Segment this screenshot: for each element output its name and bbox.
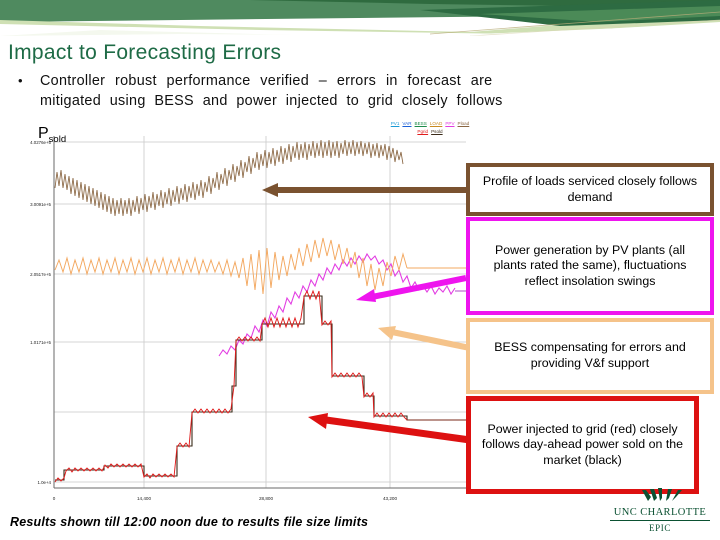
callout-text: Power injected to grid (red) closely fol… xyxy=(481,421,684,467)
bullet-line-1: Controller robust performance verified –… xyxy=(40,73,493,89)
plot-legend: PV1 VAR BESS LOAD PPV Pload Pgrid Psold xyxy=(376,120,484,138)
legend-item-pgrid[interactable]: Pgrid xyxy=(417,128,428,136)
logo-divider xyxy=(610,520,710,521)
svg-text:28,800: 28,800 xyxy=(259,496,273,501)
legend-row-2: Pgrid Psold xyxy=(376,128,484,136)
legend-item-pv1[interactable]: PV1 xyxy=(391,120,400,128)
svg-text:1.0e+4: 1.0e+4 xyxy=(37,480,51,485)
logo-university-name: UNC CHARLOTTE xyxy=(613,507,707,518)
svg-text:1.0171e+5: 1.0171e+5 xyxy=(30,340,51,345)
arrow-orange xyxy=(378,326,471,351)
logo-center-name: EPIC xyxy=(649,523,671,533)
psold-axis-annotation: Psold xyxy=(38,126,66,145)
slide-banner xyxy=(0,0,720,36)
svg-text:2.0517e+5: 2.0517e+5 xyxy=(30,272,51,277)
unc-charlotte-epic-logo: UNC CHARLOTTE EPIC xyxy=(604,488,716,536)
callout-text: Profile of loads serviced closely follow… xyxy=(482,173,698,204)
legend-item-bess[interactable]: BESS xyxy=(415,120,427,128)
page-title: Impact to Forecasting Errors xyxy=(8,41,282,64)
bullet-line-2: mitigated using BESS and power injected … xyxy=(40,92,503,109)
svg-text:0: 0 xyxy=(53,496,56,501)
legend-item-ppv[interactable]: PPV xyxy=(445,120,454,128)
legend-item-var[interactable]: VAR xyxy=(402,120,411,128)
callout-text: BESS compensating for errors and providi… xyxy=(494,340,686,370)
footnote: Results shown till 12:00 noon due to res… xyxy=(10,515,369,529)
arrow-brown xyxy=(262,183,468,197)
legend-item-psold[interactable]: Psold xyxy=(431,128,443,136)
svg-text:14,400: 14,400 xyxy=(137,496,151,501)
arrow-magenta xyxy=(356,275,467,302)
callout-loads-profile: Profile of loads serviced closely follow… xyxy=(466,163,714,216)
legend-item-pload[interactable]: Pload xyxy=(458,120,470,128)
bullet-marker: • xyxy=(18,73,23,88)
callout-text: Power generation by PV plants (all plant… xyxy=(493,242,687,288)
svg-text:3.0091e+5: 3.0091e+5 xyxy=(30,202,51,207)
callout-power-injected: Power injected to grid (red) closely fol… xyxy=(466,396,699,494)
crown-icon xyxy=(642,488,682,501)
svg-text:43,200: 43,200 xyxy=(383,496,397,501)
bullet-list: • Controller robust performance verified… xyxy=(18,72,686,112)
psold-subscript: sold xyxy=(48,134,67,146)
legend-item-load[interactable]: LOAD xyxy=(430,120,443,128)
legend-row-1: PV1 VAR BESS LOAD PPV Pload xyxy=(376,120,484,128)
callout-bess-compensation: BESS compensating for errors and providi… xyxy=(466,318,714,394)
callout-pv-generation: Power generation by PV plants (all plant… xyxy=(466,217,714,315)
arrow-red xyxy=(308,413,471,444)
bullet-text: Controller robust performance verified –… xyxy=(40,72,686,112)
psold-symbol: P xyxy=(38,125,49,142)
